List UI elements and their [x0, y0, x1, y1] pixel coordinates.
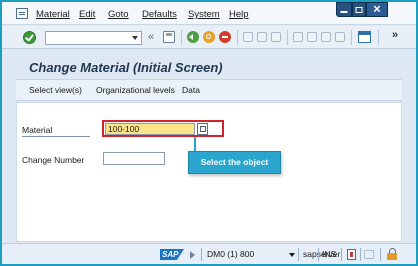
- toolbar-divider: [237, 30, 238, 45]
- last-page-icon: [335, 32, 345, 42]
- menu-item-edit[interactable]: Edit: [79, 9, 95, 20]
- material-label: Material: [22, 125, 90, 137]
- close-icon: ✕: [372, 4, 382, 15]
- status-document-icon: [347, 249, 356, 260]
- insert-mode-indicator: INS: [322, 249, 337, 259]
- save-icon[interactable]: [163, 31, 175, 43]
- menu-item-help[interactable]: Help: [229, 9, 249, 20]
- change-number-input[interactable]: [103, 152, 165, 165]
- status-expand-icon[interactable]: [190, 251, 195, 259]
- menu-item-defaults[interactable]: Defaults: [142, 9, 177, 20]
- application-toolbar: Select view(s) Organizational levels Dat…: [16, 79, 402, 101]
- maximize-icon: [355, 6, 363, 13]
- status-divider: [298, 248, 299, 261]
- status-divider: [360, 248, 361, 261]
- status-divider: [380, 248, 381, 261]
- change-number-label: Change Number: [22, 155, 85, 165]
- data-button[interactable]: Data: [182, 85, 200, 95]
- standard-toolbar: « »: [2, 26, 416, 49]
- title-bar: Change Material (Initial Screen): [16, 56, 402, 78]
- select-views-button[interactable]: Select view(s): [29, 85, 82, 95]
- material-input[interactable]: [105, 123, 195, 135]
- sap-window: Material Edit Goto Defaults System Help …: [0, 0, 418, 266]
- close-button[interactable]: ✕: [366, 2, 388, 17]
- customize-layout-icon[interactable]: [358, 31, 371, 43]
- toolbar-overflow-icon[interactable]: »: [392, 29, 398, 41]
- previous-page-icon: [307, 32, 317, 42]
- menu-item-system[interactable]: System: [188, 9, 220, 20]
- status-bar: SAP DM0 (1) 800 sapserver INS: [2, 243, 416, 264]
- tutorial-callout: Select the object: [188, 151, 281, 174]
- system-info: DM0 (1) 800: [207, 249, 255, 259]
- command-field[interactable]: [45, 31, 142, 45]
- print-icon: [243, 32, 253, 42]
- status-divider: [201, 248, 202, 261]
- toolbar-divider: [287, 30, 288, 45]
- page-title: Change Material (Initial Screen): [29, 60, 223, 75]
- status-divider: [318, 248, 319, 261]
- status-message-icon: [364, 250, 374, 259]
- collapse-icon[interactable]: «: [148, 31, 154, 44]
- back-icon[interactable]: [187, 31, 199, 43]
- callout-pointer: [194, 137, 196, 152]
- chevron-down-icon[interactable]: [289, 253, 295, 257]
- menu-item-material[interactable]: Material: [36, 9, 70, 20]
- find-next-icon: [271, 32, 281, 42]
- minimize-button[interactable]: [336, 2, 352, 17]
- minimize-icon: [340, 11, 348, 13]
- menu-item-goto[interactable]: Goto: [108, 9, 129, 20]
- next-page-icon: [321, 32, 331, 42]
- menu-bar: Material Edit Goto Defaults System Help …: [2, 2, 416, 25]
- enter-icon[interactable]: [23, 31, 36, 44]
- sap-logo: SAP: [160, 249, 184, 260]
- chevron-down-icon[interactable]: [132, 36, 138, 40]
- toolbar-divider: [181, 30, 182, 45]
- exit-icon[interactable]: [203, 31, 215, 43]
- toolbar-divider: [351, 30, 352, 45]
- search-help-icon[interactable]: [197, 123, 208, 135]
- organizational-levels-button[interactable]: Organizational levels: [96, 85, 175, 95]
- status-divider: [341, 248, 342, 261]
- lock-icon: [387, 248, 399, 260]
- content-area: Material Change Number Select the object: [16, 102, 402, 242]
- app-menu-icon[interactable]: [16, 8, 28, 19]
- toolbar-divider: [378, 30, 379, 45]
- cancel-icon[interactable]: [219, 31, 231, 43]
- first-page-icon: [293, 32, 303, 42]
- find-icon: [257, 32, 267, 42]
- maximize-button[interactable]: [352, 2, 366, 17]
